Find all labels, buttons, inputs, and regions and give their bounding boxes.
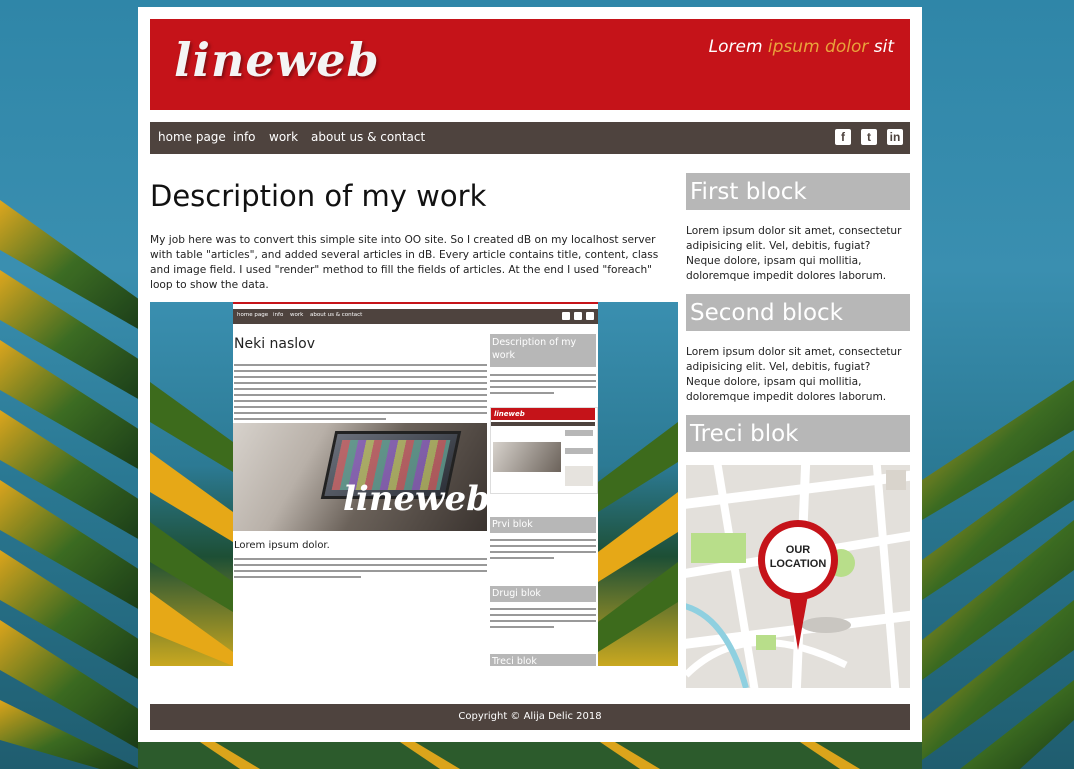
map-label-line2: LOCATION <box>770 558 827 570</box>
linkedin-icon[interactable]: in <box>887 129 903 145</box>
screenshot-side-block-3: Drugi blok <box>490 586 596 602</box>
screenshot-subtitle: Lorem ipsum dolor. <box>234 540 330 551</box>
screenshot-title: Neki naslov <box>234 336 316 352</box>
mini-map <box>565 466 593 486</box>
screenshot-sub-lines <box>234 558 487 582</box>
sidebar-block-title-3: Treci blok <box>686 415 910 452</box>
screenshot-side-lines-1 <box>490 374 596 398</box>
screenshot-photo-logo: lineweb <box>343 479 487 519</box>
mini-photo <box>493 442 561 472</box>
map-label-line1: OUR <box>786 544 811 556</box>
mini-logo: lineweb <box>491 408 595 420</box>
page-container: lineweb Lorem ipsum dolor sit home page … <box>138 7 922 742</box>
article-image: home page info work about us & contact N… <box>150 302 678 666</box>
nav-item-home-page[interactable]: home page <box>158 130 226 144</box>
mini-side-2 <box>565 448 593 454</box>
screenshot-side-lines-2 <box>490 539 596 563</box>
site-footer: Copyright © Alija Delic 2018 <box>150 704 910 730</box>
screenshot-page: home page info work about us & contact N… <box>233 302 598 666</box>
nav-item-about-contact[interactable]: about us & contact <box>311 130 425 144</box>
screenshot-side-block-1: Description of my work <box>490 334 596 367</box>
facebook-icon[interactable]: f <box>835 129 851 145</box>
site-header: lineweb Lorem ipsum dolor sit <box>150 19 910 110</box>
screenshot-nav-work: work <box>290 312 304 318</box>
article-title: Description of my work <box>150 179 487 213</box>
sidebar-block-title-1: First block <box>686 173 910 210</box>
tagline-part1: Lorem <box>708 37 768 57</box>
screenshot-side-lines-3 <box>490 608 596 632</box>
sidebar-block-text-1: Lorem ipsum dolor sit amet, consectetur … <box>686 225 902 282</box>
sidebar-block-text-2: Lorem ipsum dolor sit amet, consectetur … <box>686 346 902 403</box>
tagline-part2: sit <box>868 37 894 57</box>
site-tagline: Lorem ipsum dolor sit <box>709 37 894 57</box>
footer-copyright: Copyright © Alija Delic 2018 <box>458 711 602 722</box>
nav-item-work[interactable]: work <box>269 130 298 144</box>
location-map[interactable]: OUR LOCATION <box>686 465 910 688</box>
screenshot-nav-about: about us & contact <box>310 312 363 318</box>
article-text: My job here was to convert this simple s… <box>150 234 659 291</box>
map-graphic: OUR LOCATION <box>686 465 910 688</box>
screenshot-side-block-2: Prvi blok <box>490 517 596 533</box>
screenshot-header-strip <box>233 302 598 304</box>
site-logo[interactable]: lineweb <box>174 33 380 87</box>
screenshot-photo: lineweb <box>233 423 487 531</box>
screenshot-facebook-icon <box>562 312 570 320</box>
screenshot-twitter-icon <box>574 312 582 320</box>
sidebar-block-title-2: Second block <box>686 294 910 331</box>
screenshot-linkedin-icon <box>586 312 594 320</box>
twitter-icon[interactable]: t <box>861 129 877 145</box>
main-nav: home page info work about us & contact f… <box>150 122 910 154</box>
screenshot-side-block-4: Treci blok <box>490 654 596 666</box>
screenshot-nav-home: home page <box>237 312 269 318</box>
screenshot-mini-preview: lineweb <box>490 407 598 494</box>
screenshot-nav: home page info work about us & contact <box>233 309 598 324</box>
tagline-highlight: ipsum dolor <box>767 37 869 57</box>
mini-nav <box>491 422 595 426</box>
screenshot-nav-info: info <box>273 312 284 318</box>
screenshot-text-lines <box>234 364 487 424</box>
mini-side-1 <box>565 430 593 436</box>
nav-item-info[interactable]: info <box>233 130 256 144</box>
